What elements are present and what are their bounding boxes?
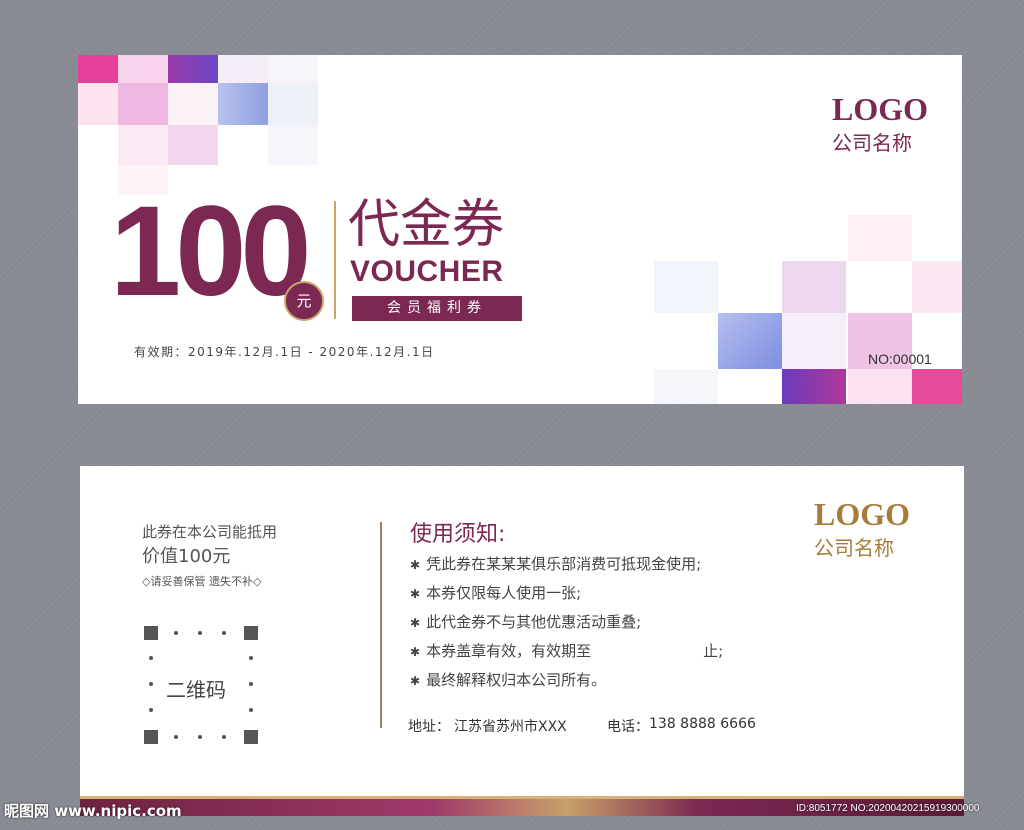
deco-square	[78, 55, 118, 83]
deco-square	[718, 313, 782, 369]
deco-square	[848, 369, 912, 404]
deco-square	[118, 125, 168, 165]
deco-square	[654, 261, 718, 313]
logo: LOGO	[832, 91, 929, 127]
star-icon: ✱	[410, 558, 421, 572]
address-value: 江苏省苏州市XXX	[454, 719, 567, 735]
currency-badge: 元	[284, 281, 324, 321]
list-item: ✱ 最终解释权归本公司所有。	[410, 671, 607, 689]
deco-square	[78, 83, 118, 125]
list-item: ✱ 本券盖章有效，有效期至 止;	[410, 642, 724, 660]
star-icon: ✱	[410, 674, 421, 688]
list-item: ✱ 本券仅限每人使用一张;	[410, 584, 582, 602]
deco-square	[782, 369, 846, 404]
voucher-title-cn: 代金券	[348, 195, 505, 255]
deco-square	[218, 83, 268, 125]
watermark-site: 昵图网 www.nipic.com	[4, 802, 182, 820]
notice-title: 使用须知:	[410, 522, 506, 547]
deco-square	[654, 369, 718, 404]
validity-period: 有效期：2019年.12月.1日 - 2020年.12月.1日	[134, 345, 435, 359]
member-label: 会员福利券	[352, 296, 522, 321]
company-name: 公司名称	[814, 536, 894, 560]
deduct-line: 此券在本公司能抵用	[142, 523, 278, 541]
deco-square	[118, 83, 168, 125]
voucher-back: 此券在本公司能抵用 价值100元 ◇请妥善保管 遗失不补◇ 二维码 使用须知: …	[80, 466, 964, 816]
deco-square	[912, 261, 962, 313]
qr-label: 二维码	[166, 678, 226, 702]
watermark-id: ID:8051772 NO:20200420215919300000	[796, 803, 980, 814]
serial-number: NO:00001	[868, 351, 932, 367]
list-item: ✱ 凭此券在某某某俱乐部消费可抵现金使用;	[410, 555, 702, 573]
voucher-title-en: VOUCHER	[350, 255, 504, 288]
deco-square	[268, 125, 318, 165]
keep-note: ◇请妥善保管 遗失不补◇	[142, 575, 262, 588]
deco-square	[912, 369, 962, 404]
star-icon: ✱	[410, 587, 421, 601]
voucher-front: 100 元 代金券 VOUCHER 会员福利券 有效期：2019年.12月.1日…	[78, 55, 962, 404]
deco-square	[268, 83, 318, 125]
star-icon: ✱	[410, 616, 421, 630]
phone-value: 138 8888 6666	[649, 716, 756, 732]
company-name: 公司名称	[832, 131, 912, 155]
deco-square	[168, 55, 218, 83]
qr-code-placeholder: 二维码	[144, 626, 258, 744]
deco-square	[782, 313, 846, 369]
deco-square	[218, 55, 268, 83]
deco-square	[848, 215, 912, 261]
address-label: 地址：	[408, 719, 450, 735]
deco-square	[168, 125, 218, 165]
gold-divider	[334, 201, 336, 319]
back-divider	[380, 522, 382, 728]
rules-list: ✱ 凭此券在某某某俱乐部消费可抵现金使用; ✱ 本券仅限每人使用一张; ✱ 此代金券不…	[410, 552, 723, 697]
list-item: ✱ 此代金券不与其他优惠活动重叠;	[410, 613, 642, 631]
deco-square	[782, 261, 846, 313]
deco-square	[168, 83, 218, 125]
deco-square	[268, 55, 318, 83]
logo: LOGO	[814, 496, 911, 532]
star-icon: ✱	[410, 645, 421, 659]
deco-square	[118, 55, 168, 83]
voucher-amount: 100	[110, 180, 312, 323]
phone-label: 电话：	[607, 719, 649, 735]
value-line: 价值100元	[142, 546, 231, 567]
